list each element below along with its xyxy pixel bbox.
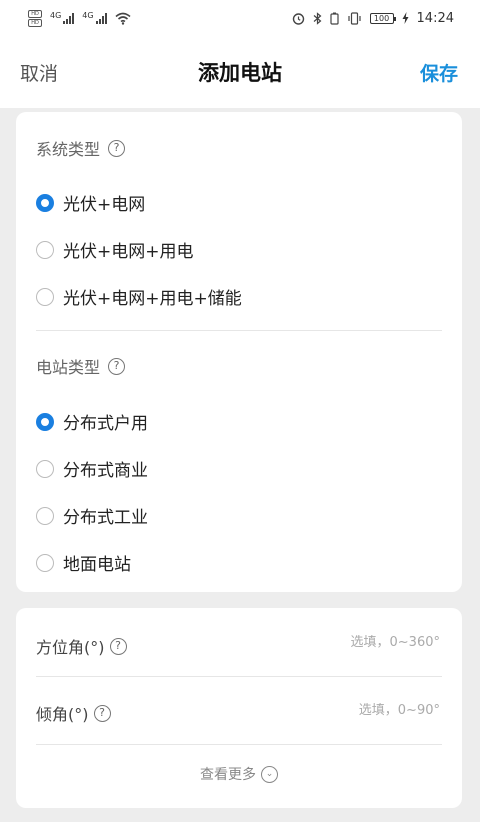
- system-type-help-icon[interactable]: ?: [108, 139, 126, 157]
- sim2-icon: HD: [28, 18, 42, 27]
- station-type-title: 电站类型: [36, 358, 101, 377]
- radio-checked-icon[interactable]: [36, 193, 54, 212]
- divider: [36, 744, 442, 745]
- azimuth-label-group: 方位角(°) ?: [36, 634, 127, 658]
- station-type-header: 电站类型 ?: [36, 354, 126, 378]
- chevron-down-icon: ⌄: [261, 765, 278, 783]
- azimuth-help-icon[interactable]: ?: [109, 637, 127, 655]
- sim-icons: HD HD: [28, 9, 42, 27]
- system-type-option-pv-grid[interactable]: 光伏+电网: [36, 190, 145, 215]
- option-label: 光伏+电网+用电+储能: [63, 289, 242, 309]
- sim1-icon: HD: [28, 9, 42, 18]
- status-right: 100 14:24: [292, 11, 454, 26]
- wifi-icon: [115, 12, 131, 25]
- tilt-input[interactable]: [240, 703, 440, 718]
- station-type-help-icon[interactable]: ?: [108, 357, 126, 375]
- angle-fields-card: 方位角(°) ? 倾角(°) ? 查看更多 ⌄: [16, 608, 462, 808]
- option-label: 地面电站: [63, 555, 131, 575]
- cancel-button[interactable]: 取消: [20, 59, 58, 86]
- system-type-title: 系统类型: [36, 140, 101, 159]
- radio-checked-icon[interactable]: [36, 412, 54, 431]
- option-label: 光伏+电网+用电: [63, 242, 194, 262]
- tilt-label-group: 倾角(°) ?: [36, 701, 111, 725]
- station-type-option-residential[interactable]: 分布式户用: [36, 409, 148, 434]
- network-type-label: 4G: [50, 11, 62, 20]
- radio-unchecked-icon[interactable]: [36, 459, 54, 478]
- option-label: 分布式工业: [63, 508, 148, 528]
- divider: [36, 330, 442, 331]
- status-left: HD HD 4G 4G: [28, 9, 131, 27]
- azimuth-label: 方位角(°): [36, 638, 105, 657]
- type-selection-card: 系统类型 ? 光伏+电网 光伏+电网+用电 光伏+电网+用电+储能 电站类型 ?…: [16, 112, 462, 592]
- system-type-header: 系统类型 ?: [36, 136, 126, 160]
- station-type-option-commercial[interactable]: 分布式商业: [36, 456, 148, 481]
- battery-saver-icon: [329, 12, 339, 25]
- charging-icon: [402, 12, 409, 24]
- alarm-icon: [292, 12, 304, 25]
- status-bar: HD HD 4G 4G 100 14:24: [0, 0, 480, 36]
- bluetooth-icon: [313, 11, 321, 25]
- system-type-option-pv-grid-load-storage[interactable]: 光伏+电网+用电+储能: [36, 284, 242, 309]
- option-label: 光伏+电网: [63, 195, 146, 215]
- save-button[interactable]: 保存: [420, 59, 458, 86]
- option-label: 分布式商业: [63, 461, 148, 481]
- radio-unchecked-icon[interactable]: [36, 553, 54, 572]
- view-more-label: 查看更多: [200, 767, 256, 783]
- azimuth-input[interactable]: [240, 635, 440, 650]
- system-type-option-pv-grid-load[interactable]: 光伏+电网+用电: [36, 237, 194, 262]
- divider: [36, 676, 442, 677]
- radio-unchecked-icon[interactable]: [36, 506, 54, 525]
- option-label: 分布式户用: [63, 414, 148, 434]
- radio-unchecked-icon[interactable]: [36, 240, 54, 259]
- tilt-label: 倾角(°): [36, 705, 89, 724]
- clock: 14:24: [416, 10, 454, 26]
- page-title: 添加电站: [198, 61, 282, 85]
- station-type-option-ground[interactable]: 地面电站: [36, 550, 131, 575]
- nav-bar: 取消 添加电站 保存: [0, 36, 480, 108]
- vibrate-icon: [347, 11, 361, 25]
- battery-icon: 100: [369, 12, 396, 24]
- signal-icon-2: 4G: [82, 11, 107, 24]
- network-type-label-2: 4G: [82, 11, 94, 20]
- tilt-help-icon[interactable]: ?: [93, 704, 111, 722]
- signal-icon-1: 4G: [50, 11, 75, 24]
- radio-unchecked-icon[interactable]: [36, 287, 54, 306]
- station-type-option-industrial[interactable]: 分布式工业: [36, 503, 148, 528]
- view-more-button[interactable]: 查看更多 ⌄: [16, 764, 462, 784]
